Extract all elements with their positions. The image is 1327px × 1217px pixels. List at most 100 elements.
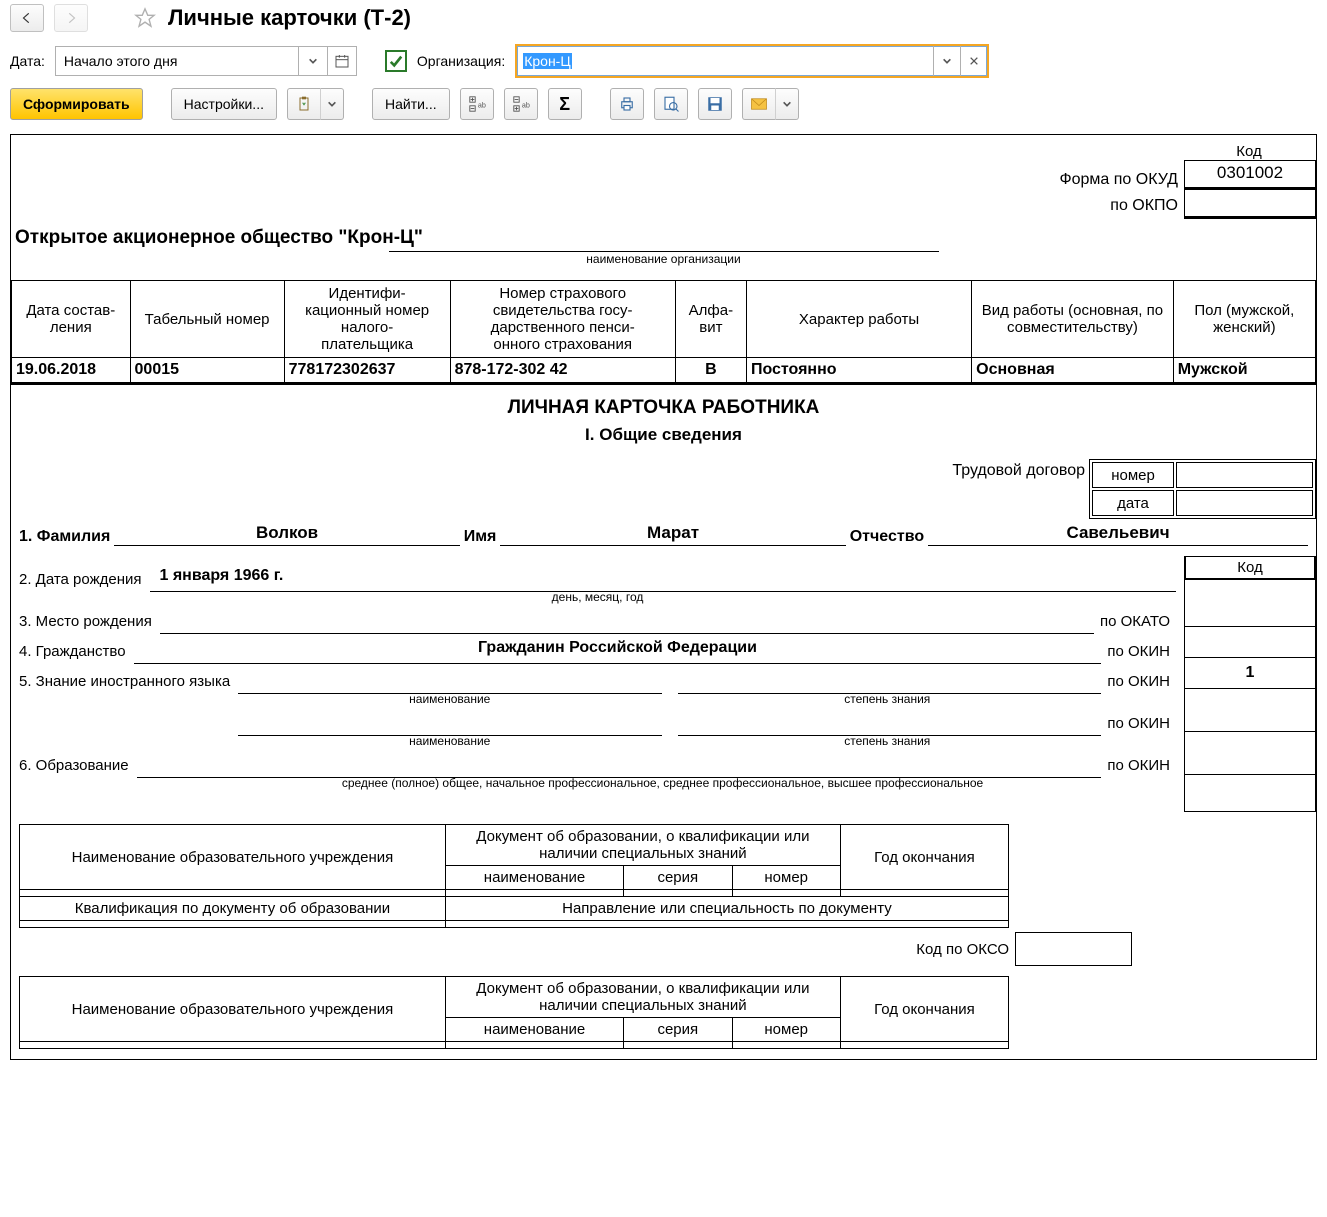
expand-group-button[interactable]: abc (460, 88, 494, 120)
pob-label: 3. Место рождения (19, 613, 160, 634)
cit-label: 4. Гражданство (19, 643, 134, 664)
date-label: Дата: (10, 53, 45, 69)
lang1-code (1185, 688, 1315, 731)
contract-num-value (1176, 462, 1313, 488)
cit-right: по ОКИН (1101, 643, 1176, 664)
kod-header: Код (1184, 143, 1314, 160)
cit-value: Гражданин Российской Федерации (134, 639, 1102, 664)
edu-dir-label: Направление или специальность по докумен… (445, 897, 1008, 921)
okud-value: 0301002 (1184, 160, 1316, 190)
org-subcaption: наименование организации (389, 251, 939, 266)
org-input[interactable]: Крон-Ц (515, 44, 989, 78)
col-alpha: Алфа- вит (675, 281, 746, 358)
contract-label: Трудовой договор (952, 459, 1089, 519)
edu-sub-number: номер (732, 866, 840, 890)
sum-button[interactable]: Σ (548, 88, 582, 120)
org-filter-checkbox[interactable] (385, 50, 407, 72)
dob-label: 2. Дата рождения (19, 571, 150, 592)
val-worktype: Основная (972, 358, 1174, 384)
val-date: 19.06.2018 (12, 358, 131, 384)
collapse-group-button[interactable]: abc (504, 88, 538, 120)
date-value: Начало этого дня (56, 47, 298, 75)
svg-text:abc: abc (522, 101, 530, 110)
lang-sub-name: наименование (239, 692, 661, 706)
col-worktype: Вид работы (основная, по совместительств… (972, 281, 1174, 358)
pob-value (160, 609, 1094, 634)
cit-code: 1 (1185, 657, 1315, 688)
org-label: Организация: (417, 53, 505, 69)
lang-name-2 (238, 711, 662, 736)
dob-value: 1 января 1966 г. (150, 567, 1177, 592)
col-tabnum: Табельный номер (130, 281, 284, 358)
label-name: Имя (464, 528, 497, 546)
label-patronymic: Отчество (850, 528, 924, 546)
save-button[interactable] (698, 88, 732, 120)
lang-level-1 (678, 669, 1102, 694)
contract-table: номер дата (1089, 459, 1316, 519)
page-title: Личные карточки (Т-2) (168, 5, 411, 31)
lang-okin-1: по ОКИН (1101, 673, 1176, 694)
paste-button[interactable] (287, 88, 320, 120)
education-table-2: Наименование образовательного учреждения… (19, 976, 1009, 1049)
pob-code (1185, 626, 1315, 657)
org-value: Крон-Ц (517, 46, 933, 76)
edu-col-year: Год окончания (840, 825, 1008, 890)
contract-date-value (1176, 490, 1313, 516)
okud-label: Форма по ОКУД (1059, 167, 1184, 193)
col-inn: Идентифи- кационный номер налого- плател… (284, 281, 450, 358)
edu-label: 6. Образование (19, 757, 137, 778)
val-tabnum: 00015 (130, 358, 284, 384)
paste-dropdown[interactable] (320, 88, 344, 120)
lang2-code (1185, 731, 1315, 774)
lang-label: 5. Знание иностранного языка (19, 673, 238, 694)
date-input[interactable]: Начало этого дня (55, 46, 357, 76)
dob-sub: день, месяц, год (19, 590, 1176, 604)
card-title: ЛИЧНАЯ КАРТОЧКА РАБОТНИКА (11, 397, 1316, 419)
org-full-name: Открытое акционерное общество "Крон-Ц" (15, 227, 1312, 249)
okso-label: Код по ОКСО (916, 941, 1015, 958)
col-char: Характер работы (746, 281, 971, 358)
edu-col-doc: Документ об образовании, о квалификации … (445, 825, 840, 866)
val-char: Постоянно (746, 358, 971, 384)
calendar-button[interactable] (327, 47, 356, 75)
print-button[interactable] (610, 88, 644, 120)
back-button[interactable] (10, 4, 44, 32)
report-area: Форма по ОКУД по ОКПО Код 0301002 Открыт… (10, 134, 1317, 1060)
org-dropdown-button[interactable] (933, 46, 960, 76)
forward-button[interactable] (54, 4, 88, 32)
education-table-1: Наименование образовательного учреждения… (19, 824, 1009, 928)
find-button[interactable]: Найти... (372, 88, 450, 120)
pob-right: по ОКАТО (1094, 613, 1176, 634)
val-inn: 778172302637 (284, 358, 450, 384)
value-surname: Волков (114, 523, 459, 546)
edu-qual-label: Квалификация по документу об образовании (20, 897, 446, 921)
email-dropdown[interactable] (775, 88, 799, 120)
contract-date-label: дата (1092, 490, 1174, 516)
val-alpha: В (675, 358, 746, 384)
org-clear-button[interactable] (960, 46, 987, 76)
val-snils: 878-172-302 42 (450, 358, 675, 384)
lang-name-1 (238, 669, 662, 694)
contract-num-label: номер (1092, 462, 1174, 488)
val-sex: Мужской (1173, 358, 1315, 384)
lang-okin-2: по ОКИН (1101, 715, 1176, 736)
email-button[interactable] (742, 88, 775, 120)
edu-sub-name: наименование (445, 866, 623, 890)
generate-button[interactable]: Сформировать (10, 88, 143, 120)
dob-code (1185, 579, 1315, 626)
preview-button[interactable] (654, 88, 688, 120)
svg-text:abc: abc (478, 101, 486, 110)
edu-okin: по ОКИН (1101, 757, 1176, 778)
settings-button[interactable]: Настройки... (171, 88, 277, 120)
main-header-table: Дата состав- ления Табельный номер Идент… (11, 280, 1316, 385)
date-dropdown-button[interactable] (298, 47, 327, 75)
edu-col-inst: Наименование образовательного учреждения (20, 825, 446, 890)
section-title: I. Общие сведения (11, 425, 1316, 445)
favorite-star-icon[interactable] (132, 5, 158, 31)
col-sex: Пол (мужской, женский) (1173, 281, 1315, 358)
kod2-header: Код (1185, 556, 1315, 579)
col-snils: Номер страхового свидетельства госу- дар… (450, 281, 675, 358)
lang-sub-level: степень знания (677, 692, 1099, 706)
edu-value (137, 753, 1102, 778)
edu-code (1185, 774, 1315, 811)
